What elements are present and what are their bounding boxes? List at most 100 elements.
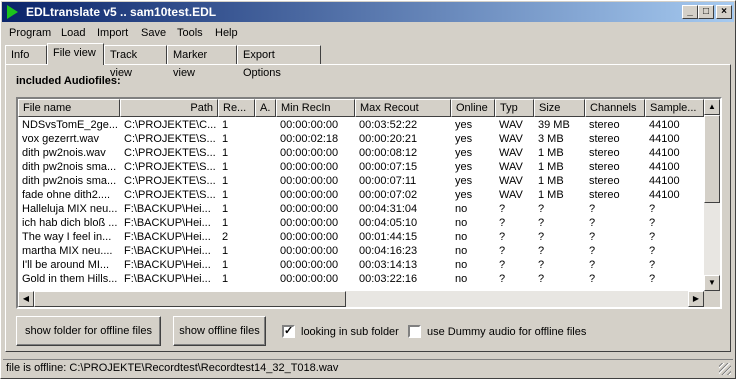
table-cell-file-name: Gold in them Hills... — [22, 273, 118, 285]
close-button[interactable]: × — [716, 5, 732, 19]
table-cell-sample: 44100 — [649, 161, 680, 173]
table-row[interactable]: NDSvsTomE_2ge... C:\PROJEKTE\C... 1 00:00:0… — [18, 118, 704, 132]
checkbox-box[interactable]: ✓ — [282, 325, 295, 338]
scroll-up-icon[interactable]: ▲ — [704, 99, 720, 115]
table-cell-path: F:\BACKUP\Hei... — [124, 273, 211, 285]
column-header-file-name[interactable]: File name — [18, 99, 120, 117]
table-cell-sample: 44100 — [649, 189, 680, 201]
app-window: EDLtranslate v5 .. sam10test.EDL _ □ × P… — [0, 0, 736, 379]
column-header-re[interactable]: Re... — [218, 99, 255, 117]
table-cell-a — [255, 118, 276, 132]
column-header-min-recin[interactable]: Min RecIn — [276, 99, 355, 117]
column-header-channels[interactable]: Channels — [585, 99, 645, 117]
menu-import[interactable]: Import — [97, 25, 128, 41]
dummy-audio-label: use Dummy audio for offline files — [427, 326, 587, 338]
status-bar: file is offline: C:\PROJEKTE\Recordtest\… — [3, 359, 733, 377]
table-cell-file-name: I'll be around MI... — [22, 259, 110, 271]
table-row[interactable]: dith pw2nois.wav C:\PROJEKTE\S... 1 00:00:0… — [18, 146, 704, 160]
table-cell-sample: ? — [649, 259, 656, 271]
table-row[interactable]: Halleluja MIX neu... F:\BACKUP\Hei... 1 00:… — [18, 202, 704, 216]
table-cell-size: 1 MB — [538, 161, 564, 173]
table-cell-file-name: Halleluja MIX neu... — [22, 203, 118, 215]
table-cell-a — [255, 244, 276, 258]
title-bar[interactable]: EDLtranslate v5 .. sam10test.EDL _ □ × — [2, 2, 734, 22]
table-cell-min-recin: 00:00:00:00 — [280, 175, 339, 187]
menu-load[interactable]: Load — [61, 25, 85, 41]
scroll-down-icon[interactable]: ▼ — [704, 275, 720, 291]
table-cell-online: no — [455, 203, 468, 215]
table-cell-path: C:\PROJEKTE\S... — [124, 175, 216, 187]
column-header-size[interactable]: Size — [534, 99, 585, 117]
table-cell-max-recout: 00:00:08:12 — [359, 147, 418, 159]
table-cell-size: ? — [538, 231, 545, 243]
horizontal-scroll-thumb[interactable] — [34, 291, 346, 307]
table-cell-a — [255, 230, 276, 244]
table-row[interactable]: martha MIX neu.... F:\BACKUP\Hei... 1 00:00… — [18, 244, 704, 258]
horizontal-scrollbar[interactable]: ◀ ▶ — [18, 291, 704, 307]
vertical-scroll-thumb[interactable] — [704, 115, 720, 203]
show-offline-button[interactable]: show offline files — [173, 316, 266, 346]
column-header-a[interactable]: A. — [255, 99, 276, 117]
table-cell-a — [255, 216, 276, 230]
menu-help[interactable]: Help — [215, 25, 238, 41]
table-cell-re: 1 — [222, 133, 229, 145]
table-cell-channels: stereo — [589, 189, 620, 201]
table-cell-typ: ? — [499, 231, 506, 243]
table-row[interactable]: dith pw2nois sma... C:\PROJEKTE\S... 1 00:0… — [18, 174, 704, 188]
table-cell-online: yes — [455, 189, 473, 201]
table-cell-online: no — [455, 273, 468, 285]
table-cell-sample: 44100 — [649, 133, 680, 145]
table-cell-max-recout: 00:00:07:02 — [359, 189, 418, 201]
table-cell-path: F:\BACKUP\Hei... — [124, 203, 211, 215]
tab-marker-view[interactable]: Marker view — [167, 45, 237, 79]
table-row[interactable]: fade ohne dith2.... C:\PROJEKTE\S... 1 00:0… — [18, 188, 704, 202]
show-folder-offline-button[interactable]: show folder for offline files — [16, 316, 161, 346]
scroll-right-icon[interactable]: ▶ — [688, 291, 704, 307]
scroll-left-icon[interactable]: ◀ — [18, 291, 34, 307]
table-cell-online: yes — [455, 161, 473, 173]
column-header-online[interactable]: Online — [451, 99, 495, 117]
table-cell-online: yes — [455, 133, 473, 145]
minimize-button[interactable]: _ — [682, 5, 698, 19]
table-cell-channels: ? — [589, 231, 596, 243]
column-header-typ[interactable]: Typ — [495, 99, 534, 117]
table-cell-typ: WAV — [499, 119, 523, 131]
table-row[interactable]: vox gezerrt.wav C:\PROJEKTE\S... 1 00:00:02… — [18, 132, 704, 146]
menu-tools[interactable]: Tools — [177, 25, 203, 41]
table-cell-file-name: The way I feel in... — [22, 231, 112, 243]
tab-file-view[interactable]: File view — [47, 43, 104, 65]
menu-program[interactable]: Program — [9, 25, 51, 41]
table-cell-channels: stereo — [589, 133, 620, 145]
table-row[interactable]: I'll be around MI... F:\BACKUP\Hei... 1 00:… — [18, 258, 704, 272]
menu-save[interactable]: Save — [141, 25, 166, 41]
table-row[interactable]: ich hab dich bloß ... F:\BACKUP\Hei... 1 00… — [18, 216, 704, 230]
table-cell-typ: ? — [499, 203, 506, 215]
table-cell-channels: ? — [589, 203, 596, 215]
column-header-sample[interactable]: Sample... — [645, 99, 704, 117]
checkbox-box[interactable] — [408, 325, 421, 338]
vertical-scrollbar[interactable]: ▲ ▼ — [704, 99, 720, 291]
table-cell-file-name: dith pw2nois sma... — [22, 161, 117, 173]
table-cell-channels: ? — [589, 217, 596, 229]
resize-grip-icon[interactable] — [719, 363, 731, 375]
table-cell-max-recout: 00:04:31:04 — [359, 203, 418, 215]
table-cell-size: 39 MB — [538, 119, 570, 131]
tab-info[interactable]: Info — [5, 45, 47, 64]
table-cell-typ: WAV — [499, 133, 523, 145]
table-row[interactable]: dith pw2nois sma... C:\PROJEKTE\S... 1 00:0… — [18, 160, 704, 174]
table-cell-channels: stereo — [589, 119, 620, 131]
column-header-path[interactable]: Path — [120, 99, 218, 117]
table-row[interactable]: The way I feel in... F:\BACKUP\Hei... 2 00:… — [18, 230, 704, 244]
tab-export-options[interactable]: Export Options — [237, 45, 321, 79]
section-label: included Audiofiles: — [16, 75, 121, 87]
column-header-max-recout[interactable]: Max Recout — [355, 99, 451, 117]
table-row[interactable]: Gold in them Hills... F:\BACKUP\Hei... 1 00… — [18, 272, 704, 286]
table-cell-max-recout: 00:03:52:22 — [359, 119, 418, 131]
table-cell-file-name: ich hab dich bloß ... — [22, 217, 118, 229]
table-cell-online: yes — [455, 175, 473, 187]
tab-track-view[interactable]: Track view — [104, 45, 167, 79]
maximize-button[interactable]: □ — [698, 5, 714, 19]
audio-files-list[interactable]: File name Path Re... A. Min RecIn Max Recout O… — [16, 97, 722, 309]
table-cell-a — [255, 272, 276, 286]
table-cell-size: 3 MB — [538, 133, 564, 145]
